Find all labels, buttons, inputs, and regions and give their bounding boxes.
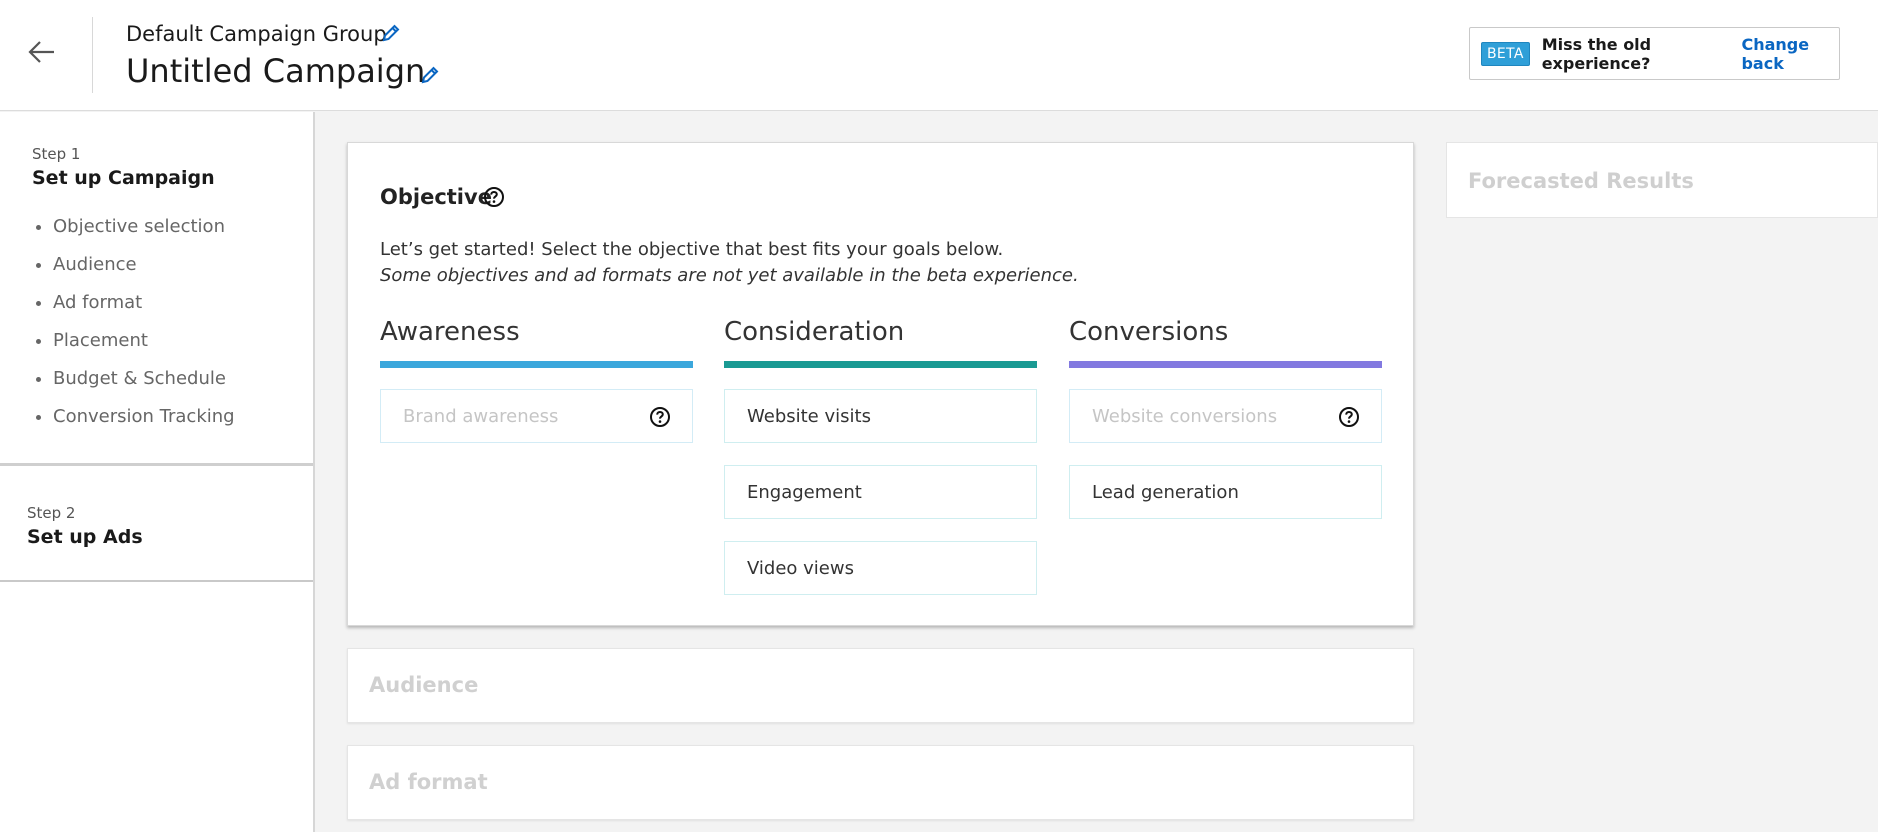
conversions-column: Conversions Website conversions Lead gen… bbox=[1069, 317, 1382, 519]
step-2-title: Set up Ads bbox=[27, 526, 143, 548]
step-2-panel[interactable]: Step 2 Set up Ads bbox=[0, 469, 313, 582]
bullet-icon bbox=[36, 376, 41, 382]
header-divider bbox=[92, 17, 93, 93]
awareness-heading: Awareness bbox=[380, 317, 520, 347]
video-views-option[interactable]: Video views bbox=[724, 541, 1037, 595]
campaign-title: Untitled Campaign bbox=[126, 52, 426, 90]
bullet-icon bbox=[36, 224, 41, 230]
brand-awareness-option: Brand awareness bbox=[380, 389, 693, 443]
objective-title: Objective bbox=[380, 185, 492, 209]
website-conversions-option: Website conversions bbox=[1069, 389, 1382, 443]
ad-format-section-title: Ad format bbox=[369, 770, 488, 794]
beta-badge: BETA bbox=[1481, 41, 1530, 66]
edit-campaign-pencil-icon[interactable] bbox=[419, 64, 441, 86]
objective-card: Objective Let’s get started! Select the … bbox=[347, 142, 1414, 626]
consideration-column: Consideration Website visits Engagement … bbox=[724, 317, 1037, 595]
top-header: Default Campaign Group Untitled Campaign… bbox=[0, 0, 1878, 111]
conversions-color-bar bbox=[1069, 361, 1382, 368]
miss-old-experience-text: Miss the old experience? bbox=[1541, 34, 1652, 73]
bullet-icon bbox=[36, 262, 41, 268]
step-1-title[interactable]: Set up Campaign bbox=[32, 167, 215, 189]
step-1-label: Step 1 bbox=[32, 145, 81, 163]
edit-group-pencil-icon[interactable] bbox=[380, 22, 402, 44]
substep-objective-selection[interactable]: Objective selection bbox=[36, 208, 235, 246]
step-1-substeps: Objective selection Audience Ad format P… bbox=[36, 208, 235, 436]
substep-ad-format[interactable]: Ad format bbox=[36, 284, 235, 322]
forecasted-results-panel: Forecasted Results bbox=[1446, 142, 1878, 218]
bullet-icon bbox=[36, 338, 41, 344]
question-help-icon[interactable] bbox=[649, 406, 671, 428]
substep-placement[interactable]: Placement bbox=[36, 322, 235, 360]
change-back-link[interactable]: Change back bbox=[1741, 35, 1839, 73]
campaign-group-title: Default Campaign Group bbox=[126, 22, 387, 46]
substep-audience[interactable]: Audience bbox=[36, 246, 235, 284]
back-arrow-icon[interactable] bbox=[26, 36, 58, 68]
step-2-label: Step 2 bbox=[27, 504, 76, 522]
website-visits-option[interactable]: Website visits bbox=[724, 389, 1037, 443]
ad-format-section[interactable]: Ad format bbox=[347, 745, 1414, 820]
lead-generation-option[interactable]: Lead generation bbox=[1069, 465, 1382, 519]
substep-conversion-tracking[interactable]: Conversion Tracking bbox=[36, 398, 235, 436]
step-1-panel: Step 1 Set up Campaign Objective selecti… bbox=[0, 112, 313, 466]
awareness-color-bar bbox=[380, 361, 693, 368]
bullet-icon bbox=[36, 414, 41, 420]
beta-notice: BETA Miss the old experience? Change bac… bbox=[1469, 27, 1840, 80]
steps-sidebar: Step 1 Set up Campaign Objective selecti… bbox=[0, 112, 315, 832]
question-help-icon[interactable] bbox=[483, 186, 505, 208]
consideration-color-bar bbox=[724, 361, 1037, 368]
question-help-icon[interactable] bbox=[1338, 406, 1360, 428]
objective-intro-text: Let’s get started! Select the objective … bbox=[380, 239, 1004, 260]
audience-section-title: Audience bbox=[369, 673, 479, 697]
bullet-icon bbox=[36, 300, 41, 306]
audience-section[interactable]: Audience bbox=[347, 648, 1414, 723]
awareness-column: Awareness Brand awareness bbox=[380, 317, 693, 443]
consideration-heading: Consideration bbox=[724, 317, 905, 347]
objective-beta-note: Some objectives and ad formats are not y… bbox=[380, 265, 1079, 286]
conversions-heading: Conversions bbox=[1069, 317, 1229, 347]
forecasted-results-title: Forecasted Results bbox=[1468, 169, 1694, 193]
substep-budget-schedule[interactable]: Budget & Schedule bbox=[36, 360, 235, 398]
engagement-option[interactable]: Engagement bbox=[724, 465, 1037, 519]
